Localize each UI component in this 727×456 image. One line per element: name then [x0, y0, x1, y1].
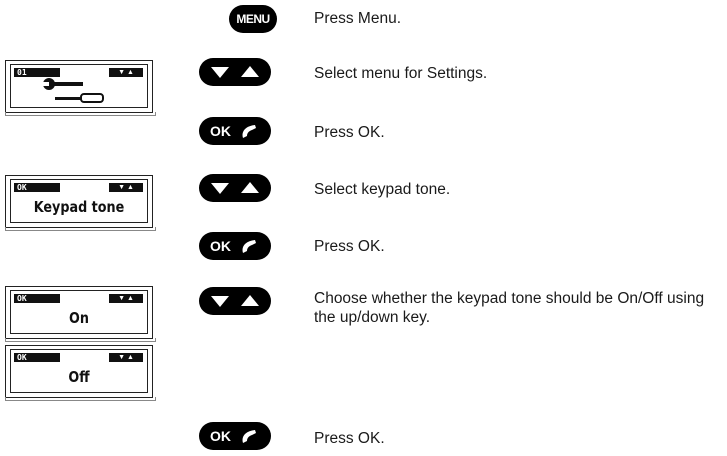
ok-label: OK — [210, 123, 231, 139]
display-arrows-icon: ▼ ▲ — [109, 353, 143, 362]
display-settings: 01 ▼ ▲ — [5, 60, 156, 116]
display-off: OK ▼ ▲ Off — [5, 345, 156, 401]
display-arrows-icon: ▼ ▲ — [109, 294, 143, 303]
ok-label: OK — [210, 428, 231, 444]
ok-button[interactable]: OK — [199, 422, 271, 450]
arrow-up-icon — [241, 295, 259, 306]
step-text: Press OK. — [314, 124, 385, 141]
arrow-down-icon — [211, 183, 229, 194]
display-screen: 01 ▼ ▲ — [10, 64, 148, 108]
ok-label: OK — [210, 238, 231, 254]
display-screen: OK ▼ ▲ Off — [10, 349, 148, 393]
menu-button[interactable]: MENU — [229, 5, 277, 33]
step-text: Press OK. — [314, 430, 385, 447]
display-keypad-tone: OK ▼ ▲ Keypad tone — [5, 175, 156, 231]
display-text: Off — [68, 368, 90, 386]
display-screen: OK ▼ ▲ Keypad tone — [10, 179, 148, 223]
display-text: On — [69, 309, 89, 327]
display-text: Keypad tone — [33, 198, 125, 216]
arrow-down-icon — [211, 67, 229, 78]
display-screen: OK ▼ ▲ On — [10, 290, 148, 334]
step-text: Press OK. — [314, 238, 385, 255]
wrench-settings-icon — [40, 78, 104, 103]
display-on: OK ▼ ▲ On — [5, 286, 156, 342]
display-tag: OK — [14, 353, 60, 362]
phone-handset-icon — [242, 125, 256, 138]
step-text: Choose whether the keypad tone should be… — [314, 290, 705, 326]
step-text: Select keypad tone. — [314, 181, 451, 198]
arrow-down-icon — [211, 296, 229, 307]
phone-handset-icon — [242, 240, 256, 253]
up-down-key[interactable] — [199, 287, 271, 315]
phone-handset-icon — [242, 430, 256, 443]
arrow-up-icon — [241, 182, 259, 193]
display-tag: OK — [14, 183, 60, 192]
ok-button[interactable]: OK — [199, 117, 271, 145]
ok-button[interactable]: OK — [199, 232, 271, 260]
arrow-up-icon — [241, 66, 259, 77]
display-tag: OK — [14, 294, 60, 303]
step-text: Press Menu. — [314, 10, 402, 27]
up-down-key[interactable] — [199, 58, 271, 86]
step-text: Select menu for Settings. — [314, 65, 488, 82]
display-arrows-icon: ▼ ▲ — [109, 183, 143, 192]
up-down-key[interactable] — [199, 174, 271, 202]
